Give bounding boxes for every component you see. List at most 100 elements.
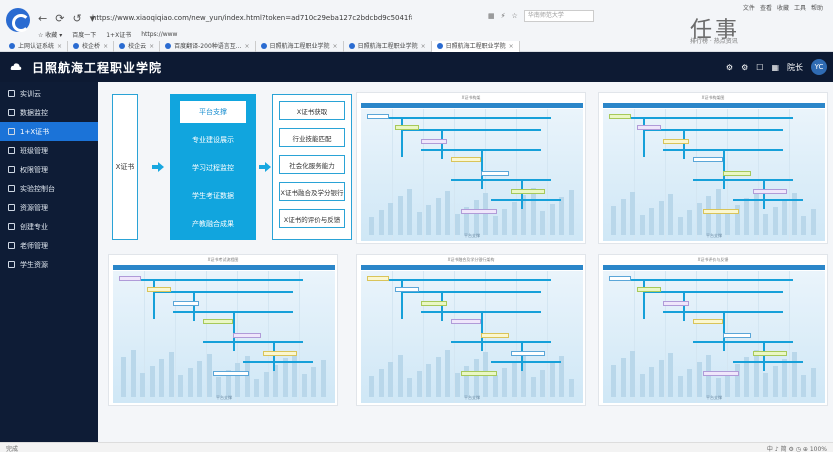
building-silhouette xyxy=(782,359,787,397)
flow-node xyxy=(213,371,249,376)
flow-connector xyxy=(723,311,725,351)
flow-source-box[interactable]: X证书 xyxy=(112,94,138,240)
browser-tab[interactable]: 日照航海工程职业学院 × xyxy=(256,40,344,52)
flow-right-item[interactable]: X证书融合及学分银行 xyxy=(279,182,345,201)
diagram-thumbnail[interactable]: X证书融合及学分银行架构 平台支撑 xyxy=(356,254,586,406)
grid-icon[interactable]: ▦ xyxy=(488,12,495,20)
menu-file[interactable]: 文件 xyxy=(743,3,755,12)
close-icon[interactable]: × xyxy=(57,41,62,52)
flow-middle-item[interactable]: 专业建设展示 xyxy=(176,129,250,151)
flow-connector xyxy=(693,341,793,343)
browser-tab[interactable]: 校企桥 × xyxy=(68,40,115,52)
fav-item[interactable]: 1+X证书 xyxy=(106,30,131,39)
menu-view[interactable]: 查看 xyxy=(760,3,772,12)
user-name[interactable]: 院长 xyxy=(787,62,803,73)
flow-right-item[interactable]: 社会化服务能力 xyxy=(279,155,345,174)
tab-favicon-icon xyxy=(119,43,126,49)
notification-icon[interactable]: ☐ xyxy=(756,63,763,72)
flow-node xyxy=(395,287,419,292)
sidebar-item[interactable]: 数据监控 xyxy=(0,103,98,122)
flow-connector xyxy=(153,291,293,293)
sidebar-item[interactable]: 实训云 xyxy=(0,84,98,103)
flow-connector xyxy=(613,117,793,119)
sidebar-item-label: 学生资源 xyxy=(20,260,48,269)
sidebar-item[interactable]: 实验控制台 xyxy=(0,179,98,198)
avatar[interactable]: YC xyxy=(811,59,827,75)
flow-node xyxy=(723,333,751,338)
building-silhouette xyxy=(706,355,711,397)
fav-item[interactable]: https://www xyxy=(141,31,177,38)
building-silhouette xyxy=(687,210,692,235)
sidebar-item[interactable]: 权限管理 xyxy=(0,160,98,179)
browser-tab[interactable]: 日照航海工程职业学院 × xyxy=(344,40,432,52)
help-icon[interactable]: ⚙ xyxy=(741,63,748,72)
refresh-icon[interactable]: ↺ xyxy=(72,12,81,25)
swimlane-divider xyxy=(547,271,548,403)
flow-connector xyxy=(273,341,275,371)
flow-middle-item[interactable]: 学习过程监控 xyxy=(176,157,250,179)
close-icon[interactable]: × xyxy=(333,41,338,52)
star-icon[interactable]: ☆ xyxy=(512,12,518,20)
menu-tools[interactable]: 工具 xyxy=(794,3,806,12)
flow-connector xyxy=(451,341,551,343)
building-silhouette xyxy=(149,366,155,397)
building-silhouette xyxy=(445,191,450,235)
close-icon[interactable]: × xyxy=(509,41,514,52)
lightning-icon[interactable]: ⚡ xyxy=(501,12,506,20)
menu-favorites[interactable]: 收藏 xyxy=(777,3,789,12)
flow-right-panel: X证书获取行业技能匹配 社会化服务能力 X证书融合及学分银行 X证书的评价与反馈 xyxy=(272,94,352,240)
flow-right-item[interactable]: 行业技能匹配 xyxy=(279,128,345,147)
close-icon[interactable]: × xyxy=(149,41,154,52)
tab-bar: 上网认证系统 × 校企桥 × 校企云 × 百度翻译-200种语言互... × 日照航海工… xyxy=(0,40,833,52)
browser-tools: ▦ ⚡ ☆ 华南师范大学 xyxy=(488,10,594,22)
flow-node xyxy=(481,171,509,176)
building-silhouette xyxy=(263,372,269,397)
sidebar-item[interactable]: 班级管理 xyxy=(0,141,98,160)
settings-icon[interactable]: ⚙ xyxy=(726,63,733,72)
diagram-thumbnail[interactable]: X证书考试流程图 平台支撑 xyxy=(108,254,338,406)
flow-connector xyxy=(491,199,561,201)
building-silhouette xyxy=(763,214,768,235)
flow-node xyxy=(421,139,447,144)
diagram-thumbnail[interactable]: X证书构架 平台支撑 xyxy=(356,92,586,244)
close-icon[interactable]: × xyxy=(244,41,249,52)
fav-item[interactable]: ☆ 收藏 ▾ xyxy=(38,30,62,39)
sidebar-item[interactable]: 老师管理 xyxy=(0,236,98,255)
building-silhouette xyxy=(378,369,384,397)
flow-right-item[interactable]: X证书获取 xyxy=(279,101,345,120)
sidebar-item-label: 权限管理 xyxy=(20,165,48,174)
header-actions: ⚙ ⚙ ☐ ▦ 院长 YC xyxy=(726,59,827,75)
fav-item[interactable]: 百度一下 xyxy=(72,30,96,39)
browser-tab[interactable]: 上网认证系统 × xyxy=(4,40,69,52)
building-silhouette xyxy=(473,359,479,397)
sidebar-item[interactable]: 学生资源 xyxy=(0,255,98,274)
thumbnail-header-band xyxy=(361,103,583,108)
sidebar-item-icon xyxy=(8,223,15,230)
flow-middle-item[interactable]: 产教融合成果 xyxy=(176,213,250,235)
sidebar-item-label: 资源管理 xyxy=(20,203,48,212)
diagram-thumbnail[interactable]: X证书评价与反馈 平台支撑 xyxy=(598,254,828,406)
address-bar[interactable]: https://www.xiaoqiqiao.com/new_yun/index… xyxy=(92,10,412,26)
browser-tab[interactable]: 百度翻译-200种语言互... × xyxy=(160,40,256,52)
back-icon[interactable]: ← xyxy=(38,12,47,25)
sidebar-item[interactable]: 1+X证书 xyxy=(0,122,98,141)
close-icon[interactable]: × xyxy=(421,41,426,52)
building-silhouette xyxy=(687,369,692,397)
flow-right-item[interactable]: X证书的评价与反馈 xyxy=(279,209,345,228)
menu-grid-icon[interactable]: ▦ xyxy=(771,63,779,72)
building-silhouette xyxy=(369,376,374,397)
sidebar-item[interactable]: 创建专业 xyxy=(0,217,98,236)
forward-icon[interactable]: ⟳ xyxy=(55,12,64,25)
flow-middle-item[interactable]: 平台支撑 xyxy=(180,101,246,123)
sidebar-item[interactable]: 资源管理 xyxy=(0,198,98,217)
browser-search-input[interactable]: 华南师范大学 xyxy=(523,10,594,22)
flow-connector xyxy=(123,279,303,281)
diagram-thumbnail[interactable]: X证书构架图 平台支撑 xyxy=(598,92,828,244)
building-silhouette xyxy=(502,368,507,397)
flow-connector xyxy=(481,311,483,351)
browser-tab[interactable]: 校企云 × xyxy=(114,40,161,52)
flow-middle-item[interactable]: 学生考证数据 xyxy=(176,185,250,207)
menu-help[interactable]: 帮助 xyxy=(811,3,823,12)
browser-tab-active[interactable]: 日照航海工程职业学院 × xyxy=(431,40,520,52)
close-icon[interactable]: × xyxy=(103,41,108,52)
